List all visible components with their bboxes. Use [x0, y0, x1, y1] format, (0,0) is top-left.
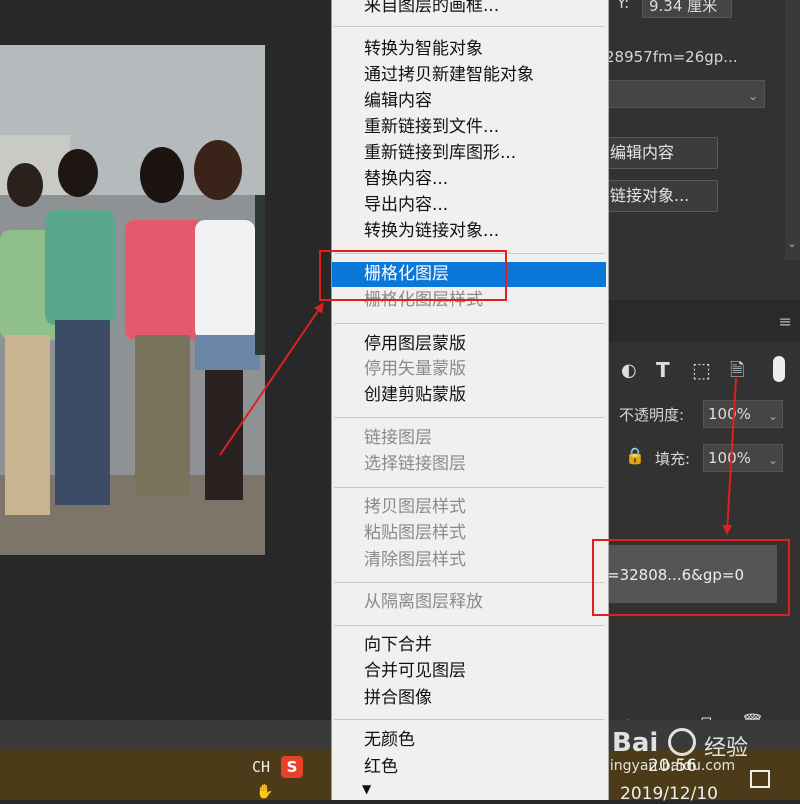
highlight-box-rasterize: [319, 250, 507, 301]
annotation-overlay: [219, 250, 790, 616]
highlight-box-layer: [592, 539, 790, 616]
annotation-arrow-rasterize: [219, 302, 324, 456]
annotation-arrow-layer: [722, 377, 737, 535]
